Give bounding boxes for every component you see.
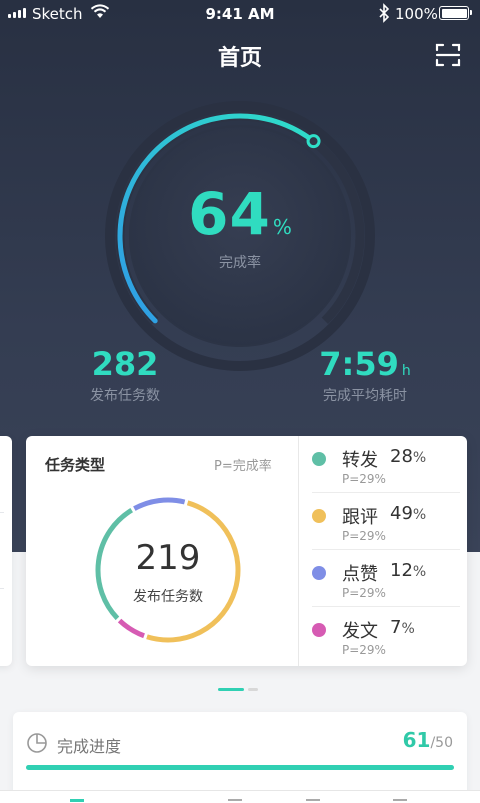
avg-time-value: 7:59 bbox=[319, 345, 399, 383]
scan-icon[interactable] bbox=[435, 42, 461, 68]
previous-card-peek[interactable] bbox=[0, 436, 12, 666]
legend-rate: P=29% bbox=[342, 529, 386, 543]
legend-rate: P=29% bbox=[342, 586, 386, 600]
pie-chart-icon bbox=[27, 733, 47, 753]
tab-bar bbox=[0, 790, 480, 803]
progress-label: 完成进度 bbox=[57, 737, 122, 756]
legend-name: 点赞 bbox=[342, 564, 378, 585]
percent-value: 64 bbox=[188, 180, 271, 248]
divider bbox=[298, 436, 299, 666]
legend-item-forward[interactable]: 转发 28% P=29% bbox=[312, 436, 462, 493]
page-indicator[interactable] bbox=[218, 688, 258, 691]
legend-dot bbox=[312, 623, 326, 637]
legend-name: 发文 bbox=[342, 621, 378, 642]
legend-dot bbox=[312, 452, 326, 466]
legend-value: 49% bbox=[390, 503, 427, 524]
tasks-stat: 282 发布任务数 bbox=[50, 345, 200, 405]
legend-rate: P=29% bbox=[342, 643, 386, 657]
task-type-card[interactable]: 任务类型 P=完成率 219 发布任务数 转发 28% P=29% 跟评 49%… bbox=[26, 436, 467, 666]
progress-bar bbox=[26, 765, 454, 770]
page-title: 首页 bbox=[217, 46, 262, 71]
legend-rate: P=29% bbox=[342, 472, 386, 486]
tab-profile-icon[interactable] bbox=[393, 799, 407, 803]
legend-name: 跟评 bbox=[342, 507, 378, 528]
tab-list-icon[interactable] bbox=[228, 799, 242, 803]
bluetooth-icon bbox=[379, 3, 390, 23]
legend-dot bbox=[312, 509, 326, 523]
legend-item-post[interactable]: 发文 7% P=29% bbox=[312, 607, 462, 664]
percent-unit: % bbox=[272, 215, 292, 239]
tasks-count: 282 bbox=[91, 345, 159, 383]
avg-time-stat: 7:59 h 完成平均耗时 bbox=[290, 345, 440, 405]
completion-percent: 64% bbox=[0, 180, 480, 248]
tasks-label: 发布任务数 bbox=[90, 388, 160, 404]
donut-total-label: 发布任务数 bbox=[133, 589, 203, 605]
legend-dot bbox=[312, 566, 326, 580]
card-title: 任务类型 bbox=[45, 456, 106, 474]
avg-time-unit: h bbox=[401, 363, 411, 379]
legend-item-comment[interactable]: 跟评 49% P=29% bbox=[312, 493, 462, 550]
progress-count: 61/50 bbox=[402, 728, 453, 752]
tab-home-icon[interactable] bbox=[70, 799, 84, 803]
battery-icon bbox=[439, 6, 472, 20]
legend-value: 12% bbox=[390, 560, 427, 581]
gauge-handle bbox=[306, 134, 321, 149]
battery-percent: 100% bbox=[395, 5, 438, 23]
legend-value: 7% bbox=[390, 617, 415, 638]
status-bar: Sketch 9:41 AM 100% bbox=[0, 0, 480, 28]
donut-segment-2 bbox=[133, 497, 186, 511]
completion-label: 完成率 bbox=[219, 255, 261, 271]
legend-value: 28% bbox=[390, 446, 427, 467]
legend-name: 转发 bbox=[342, 450, 378, 471]
tab-stats-icon[interactable] bbox=[306, 799, 320, 803]
donut-total: 219 bbox=[135, 538, 201, 578]
progress-bar-fill bbox=[26, 765, 454, 770]
donut-segment-3 bbox=[117, 618, 145, 639]
legend-item-like[interactable]: 点赞 12% P=29% bbox=[312, 550, 462, 607]
card-subtitle: P=完成率 bbox=[214, 459, 272, 474]
avg-time-label: 完成平均耗时 bbox=[323, 388, 407, 404]
